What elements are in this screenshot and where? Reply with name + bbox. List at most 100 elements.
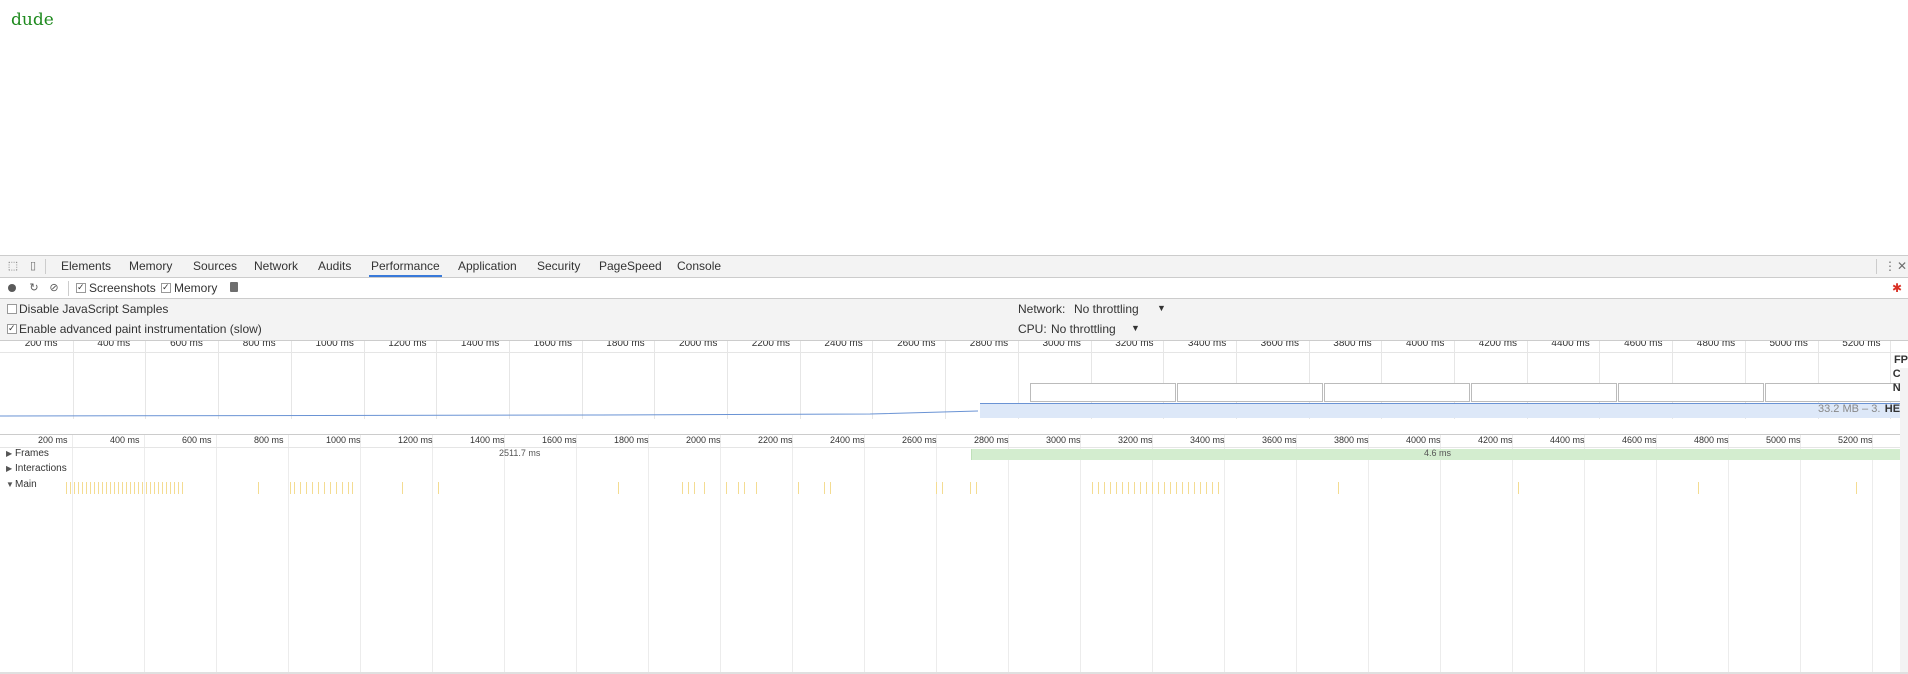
main-task-sliver[interactable] [738,482,739,494]
clear-icon[interactable]: ⊘ [47,281,61,295]
main-task-sliver[interactable] [142,482,143,494]
interactions-track[interactable]: ▶ Interactions [6,463,67,474]
main-task-sliver[interactable] [352,482,353,494]
close-icon[interactable]: ✕ [1897,256,1907,277]
main-track[interactable]: ▼Main [6,479,37,490]
main-task-sliver[interactable] [1104,482,1105,494]
main-task-sliver[interactable] [158,482,159,494]
tab-performance[interactable]: Performance [369,256,442,277]
tab-network[interactable]: Network [252,256,300,277]
main-task-sliver[interactable] [258,482,259,494]
main-task-sliver[interactable] [312,482,313,494]
main-task-sliver[interactable] [1098,482,1099,494]
tab-pagespeed[interactable]: PageSpeed [597,256,664,277]
main-task-sliver[interactable] [1110,482,1111,494]
main-task-sliver[interactable] [1188,482,1189,494]
tab-elements[interactable]: Elements [59,256,113,277]
main-task-sliver[interactable] [1170,482,1171,494]
advanced-paint-checkbox[interactable] [7,324,17,334]
tab-security[interactable]: Security [535,256,582,277]
main-task-sliver[interactable] [324,482,325,494]
main-task-sliver[interactable] [1134,482,1135,494]
main-task-sliver[interactable] [1698,482,1699,494]
main-task-sliver[interactable] [1140,482,1141,494]
main-task-sliver[interactable] [122,482,123,494]
main-task-sliver[interactable] [1092,482,1093,494]
main-task-sliver[interactable] [342,482,343,494]
main-task-sliver[interactable] [694,482,695,494]
device-toggle-icon[interactable]: ▯ [26,259,40,273]
frames-track[interactable]: ▶ Frames [6,448,49,459]
main-task-sliver[interactable] [1158,482,1159,494]
inspect-icon[interactable]: ⬚ [6,259,20,273]
main-task-sliver[interactable] [438,482,439,494]
main-task-sliver[interactable] [1218,482,1219,494]
tab-memory[interactable]: Memory [127,256,174,277]
main-task-sliver[interactable] [82,482,83,494]
network-throttle-select[interactable]: No throttling [1074,302,1139,316]
main-task-sliver[interactable] [704,482,705,494]
settings-gear-icon[interactable]: ✱ [1890,281,1904,295]
main-task-sliver[interactable] [174,482,175,494]
screenshots-checkbox[interactable] [76,283,86,293]
main-task-sliver[interactable] [336,482,337,494]
main-task-sliver[interactable] [290,482,291,494]
main-task-sliver[interactable] [170,482,171,494]
main-task-sliver[interactable] [106,482,107,494]
main-task-sliver[interactable] [1164,482,1165,494]
main-task-sliver[interactable] [134,482,135,494]
main-task-sliver[interactable] [402,482,403,494]
main-task-sliver[interactable] [936,482,937,494]
main-task-sliver[interactable] [1212,482,1213,494]
main-task-sliver[interactable] [824,482,825,494]
main-task-sliver[interactable] [306,482,307,494]
main-task-sliver[interactable] [162,482,163,494]
main-task-sliver[interactable] [130,482,131,494]
tab-application[interactable]: Application [456,256,519,277]
main-task-sliver[interactable] [118,482,119,494]
main-task-sliver[interactable] [1176,482,1177,494]
main-task-sliver[interactable] [66,482,67,494]
memory-checkbox[interactable] [161,283,171,293]
main-task-sliver[interactable] [1856,482,1857,494]
main-task-sliver[interactable] [294,482,295,494]
main-task-sliver[interactable] [330,482,331,494]
disable-js-samples-checkbox[interactable] [7,304,17,314]
flame-chart[interactable]: 200 ms 400 ms 600 ms 800 ms 1000 ms 1200 ms 14… [0,435,1908,672]
main-task-sliver[interactable] [756,482,757,494]
main-task-sliver[interactable] [1182,482,1183,494]
timeline-overview[interactable]: 200 ms 400 ms 600 ms 800 ms 1000 ms 1200 ms 14… [0,341,1908,435]
main-task-sliver[interactable] [970,482,971,494]
main-task-sliver[interactable] [86,482,87,494]
main-task-sliver[interactable] [300,482,301,494]
tab-audits[interactable]: Audits [316,256,353,277]
main-task-sliver[interactable] [138,482,139,494]
main-task-sliver[interactable] [126,482,127,494]
main-task-sliver[interactable] [78,482,79,494]
main-task-sliver[interactable] [166,482,167,494]
main-task-sliver[interactable] [1122,482,1123,494]
main-task-sliver[interactable] [1128,482,1129,494]
main-task-sliver[interactable] [318,482,319,494]
main-task-sliver[interactable] [1194,482,1195,494]
main-task-sliver[interactable] [1518,482,1519,494]
main-task-sliver[interactable] [102,482,103,494]
cpu-throttle-select[interactable]: No throttling [1051,322,1116,336]
main-task-sliver[interactable] [1152,482,1153,494]
main-task-sliver[interactable] [348,482,349,494]
main-task-sliver[interactable] [110,482,111,494]
tab-console[interactable]: Console [675,256,723,277]
record-icon[interactable] [8,284,16,292]
main-task-sliver[interactable] [682,482,683,494]
main-task-sliver[interactable] [744,482,745,494]
tab-sources[interactable]: Sources [191,256,239,277]
main-task-sliver[interactable] [150,482,151,494]
main-task-sliver[interactable] [976,482,977,494]
reload-icon[interactable]: ↻ [27,281,41,295]
main-task-sliver[interactable] [182,482,183,494]
trash-icon[interactable] [230,282,238,292]
main-task-sliver[interactable] [1116,482,1117,494]
main-task-sliver[interactable] [726,482,727,494]
main-task-sliver[interactable] [70,482,71,494]
main-task-sliver[interactable] [146,482,147,494]
